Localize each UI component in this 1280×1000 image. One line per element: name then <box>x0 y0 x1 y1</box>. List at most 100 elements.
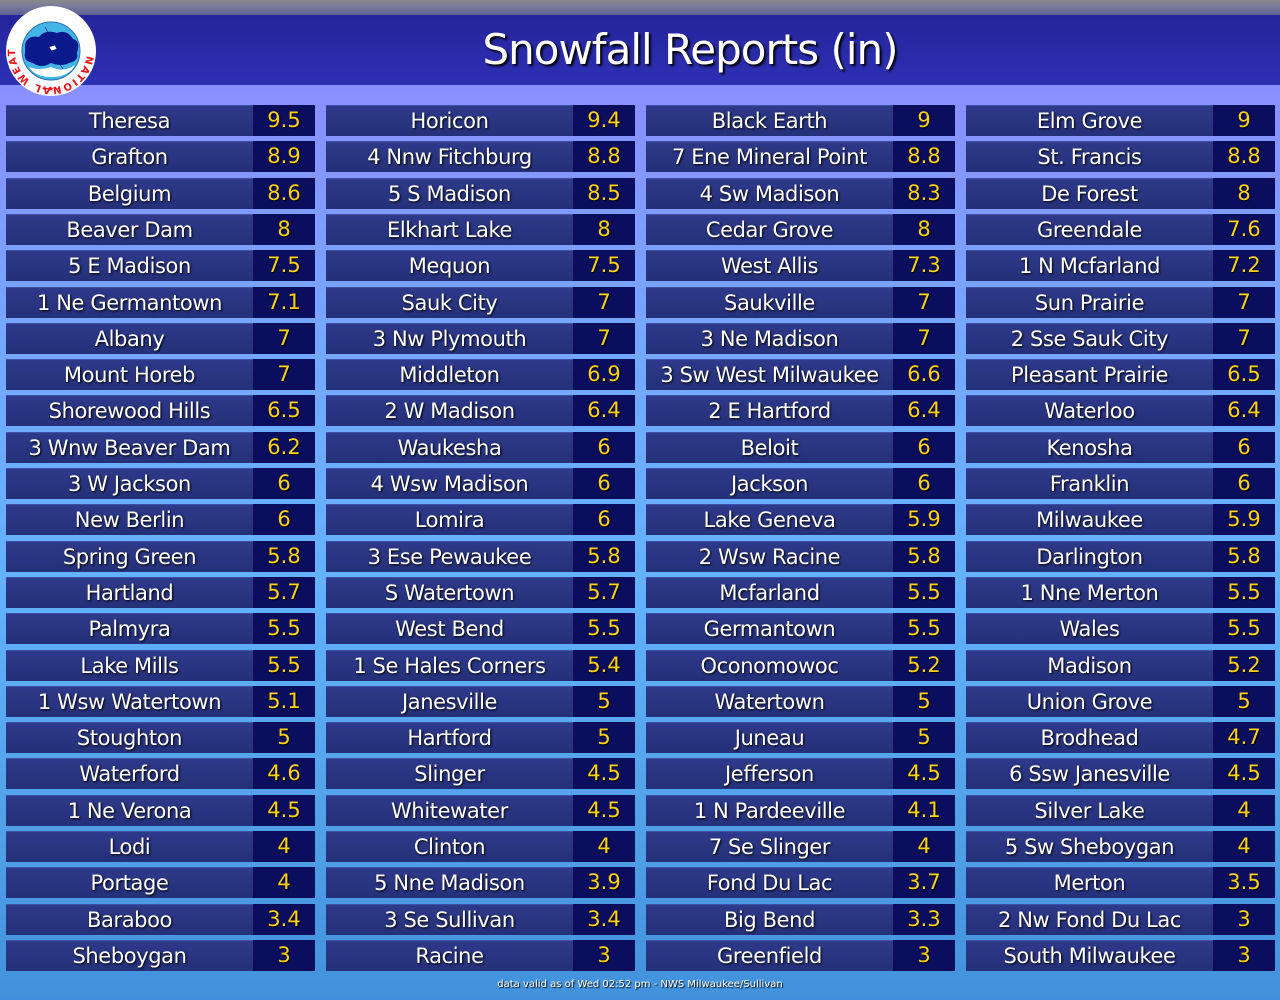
report-row: Theresa 9.5 <box>6 105 315 136</box>
report-row: Elm Grove 9 <box>966 105 1275 136</box>
report-row: Mcfarland 5.5 <box>646 577 955 608</box>
report-row: South Milwaukee 3 <box>966 940 1275 971</box>
location-name: Milwaukee <box>966 504 1213 535</box>
report-row: Hartland 5.7 <box>6 577 315 608</box>
data-valid-footer: data valid as of Wed 02:52 pm - NWS Milw… <box>497 979 783 990</box>
location-name: New Berlin <box>6 504 253 535</box>
location-name: 3 Se Sullivan <box>326 904 573 935</box>
location-name: Janesville <box>326 686 573 717</box>
snowfall-value: 8.6 <box>253 178 315 209</box>
location-name: Middleton <box>326 359 573 390</box>
location-name: Belgium <box>6 178 253 209</box>
location-name: Shorewood Hills <box>6 395 253 426</box>
location-name: Theresa <box>6 105 253 136</box>
report-row: S Watertown 5.7 <box>326 577 635 608</box>
report-row: 3 W Jackson 6 <box>6 468 315 499</box>
location-name: Silver Lake <box>966 795 1213 826</box>
report-row: St. Francis 8.8 <box>966 141 1275 172</box>
report-row: Jefferson 4.5 <box>646 758 955 789</box>
snowfall-value: 9 <box>893 105 955 136</box>
location-name: 3 Sw West Milwaukee <box>646 359 893 390</box>
location-name: Sun Prairie <box>966 287 1213 318</box>
snowfall-value: 6 <box>893 468 955 499</box>
snowfall-value: 6 <box>573 432 635 463</box>
snowfall-value: 6.4 <box>893 395 955 426</box>
report-row: Lodi 4 <box>6 831 315 862</box>
snowfall-value: 7.6 <box>1213 214 1275 245</box>
location-name: Greenfield <box>646 940 893 971</box>
location-name: Mcfarland <box>646 577 893 608</box>
location-name: Albany <box>6 323 253 354</box>
location-name: 5 E Madison <box>6 250 253 281</box>
report-row: Jackson 6 <box>646 468 955 499</box>
snowfall-value: 6 <box>253 504 315 535</box>
location-name: Madison <box>966 650 1213 681</box>
report-row: 1 Se Hales Corners 5.4 <box>326 650 635 681</box>
snowfall-value: 5.5 <box>1213 577 1275 608</box>
location-name: Waterford <box>6 758 253 789</box>
snowfall-value: 4.5 <box>893 758 955 789</box>
location-name: 1 Se Hales Corners <box>326 650 573 681</box>
snowfall-value: 8.8 <box>893 141 955 172</box>
report-row: 1 N Pardeeville 4.1 <box>646 795 955 826</box>
report-row: 2 E Hartford 6.4 <box>646 395 955 426</box>
location-name: Jackson <box>646 468 893 499</box>
location-name: Sheboygan <box>6 940 253 971</box>
location-name: Lomira <box>326 504 573 535</box>
snowfall-value: 5.8 <box>1213 541 1275 572</box>
location-name: Cedar Grove <box>646 214 893 245</box>
snowfall-value: 5.5 <box>253 650 315 681</box>
location-name: Union Grove <box>966 686 1213 717</box>
location-name: Juneau <box>646 722 893 753</box>
location-name: Spring Green <box>6 541 253 572</box>
snowfall-value: 8 <box>253 214 315 245</box>
report-row: 3 Nw Plymouth 7 <box>326 323 635 354</box>
report-row: 5 Sw Sheboygan 4 <box>966 831 1275 862</box>
snowfall-value: 5.2 <box>893 650 955 681</box>
location-name: Mequon <box>326 250 573 281</box>
location-name: 2 Wsw Racine <box>646 541 893 572</box>
location-name: 2 Nw Fond Du Lac <box>966 904 1213 935</box>
snowfall-value: 5.5 <box>573 613 635 644</box>
snowfall-value: 5.2 <box>1213 650 1275 681</box>
report-row: Saukville 7 <box>646 287 955 318</box>
snowfall-value: 8 <box>573 214 635 245</box>
snowfall-value: 7 <box>1213 323 1275 354</box>
report-row: Beaver Dam 8 <box>6 214 315 245</box>
location-name: 2 W Madison <box>326 395 573 426</box>
location-name: Oconomowoc <box>646 650 893 681</box>
location-name: Baraboo <box>6 904 253 935</box>
snowfall-value: 6 <box>1213 468 1275 499</box>
snowfall-value: 3 <box>573 940 635 971</box>
location-name: 3 Wnw Beaver Dam <box>6 432 253 463</box>
snowfall-value: 3 <box>1213 904 1275 935</box>
snowfall-value: 3 <box>253 940 315 971</box>
report-row: Juneau 5 <box>646 722 955 753</box>
location-name: 3 Ese Pewaukee <box>326 541 573 572</box>
location-name: Hartland <box>6 577 253 608</box>
location-name: Elm Grove <box>966 105 1213 136</box>
report-row: 1 Ne Germantown 7.1 <box>6 287 315 318</box>
snowfall-value: 6.5 <box>253 395 315 426</box>
location-name: Lake Mills <box>6 650 253 681</box>
snowfall-value: 8.5 <box>573 178 635 209</box>
report-row: Kenosha 6 <box>966 432 1275 463</box>
report-row: Germantown 5.5 <box>646 613 955 644</box>
snowfall-value: 4.5 <box>253 795 315 826</box>
snowfall-value: 6 <box>573 504 635 535</box>
location-name: West Bend <box>326 613 573 644</box>
location-name: 4 Wsw Madison <box>326 468 573 499</box>
snowfall-value: 8.8 <box>573 141 635 172</box>
location-name: South Milwaukee <box>966 940 1213 971</box>
report-row: Waterford 4.6 <box>6 758 315 789</box>
report-row: Whitewater 4.5 <box>326 795 635 826</box>
report-row: New Berlin 6 <box>6 504 315 535</box>
report-row: 5 E Madison 7.5 <box>6 250 315 281</box>
report-row: Sauk City 7 <box>326 287 635 318</box>
report-row: 3 Sw West Milwaukee 6.6 <box>646 359 955 390</box>
snowfall-value: 5.5 <box>893 577 955 608</box>
report-row: 7 Ene Mineral Point 8.8 <box>646 141 955 172</box>
snowfall-value: 5 <box>573 722 635 753</box>
location-name: 1 N Pardeeville <box>646 795 893 826</box>
nws-logo-icon: NATIONAL WEATHER SERVICE • ★ • <box>0 0 96 96</box>
